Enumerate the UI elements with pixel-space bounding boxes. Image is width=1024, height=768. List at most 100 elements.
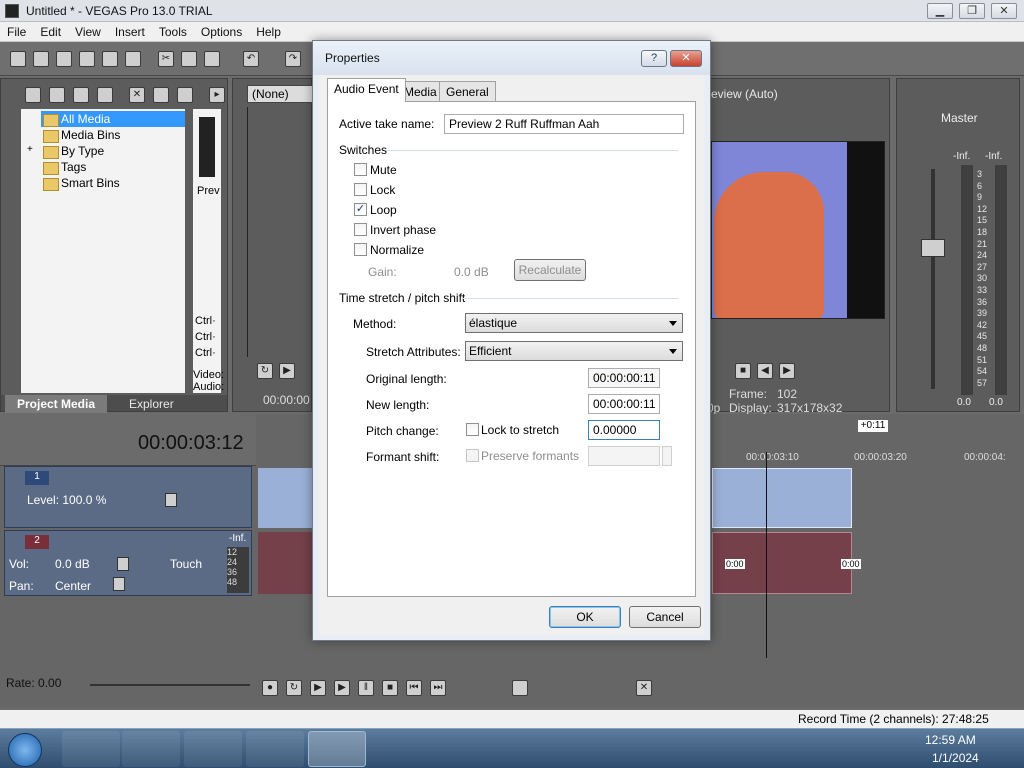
- menu-tools[interactable]: Tools: [152, 22, 194, 39]
- undo-icon[interactable]: ↶: [243, 51, 259, 67]
- touch-mode[interactable]: Touch: [170, 557, 202, 571]
- video-track-header[interactable]: 1 Level: 100.0 %: [4, 466, 252, 528]
- record-icon[interactable]: ●: [262, 680, 278, 696]
- menu-edit[interactable]: Edit: [33, 22, 68, 39]
- timeline-ruler[interactable]: 00:00:03:10 00:00:03:20 00:00:04:: [712, 448, 1018, 466]
- tab-general[interactable]: General: [439, 81, 496, 101]
- save-icon[interactable]: [56, 51, 72, 67]
- rate-slider[interactable]: [90, 684, 250, 686]
- play-icon[interactable]: ▶: [334, 680, 350, 696]
- media-thumbnail[interactable]: [199, 117, 215, 177]
- master-fader[interactable]: [921, 239, 945, 257]
- delete-icon[interactable]: ✕: [636, 680, 652, 696]
- capture-icon[interactable]: [49, 87, 65, 103]
- play-from-start-icon[interactable]: ▶: [310, 680, 326, 696]
- mute-checkbox[interactable]: [354, 163, 367, 176]
- video-event[interactable]: [712, 468, 852, 528]
- audio-track-header[interactable]: 2 Vol: 0.0 dB Touch Pan: Center -Inf. 12…: [4, 530, 252, 596]
- file-explorer-icon[interactable]: [122, 731, 180, 767]
- lock-checkbox[interactable]: [354, 183, 367, 196]
- views-icon[interactable]: ▸: [209, 87, 225, 103]
- media-player-icon[interactable]: [184, 731, 242, 767]
- save-as-icon[interactable]: [79, 51, 95, 67]
- redo-icon[interactable]: ↷: [285, 51, 301, 67]
- preserve-formants-checkbox[interactable]: [466, 449, 479, 462]
- start-button[interactable]: [8, 733, 42, 767]
- preview-quality-dropdown[interactable]: review (Auto): [707, 87, 778, 101]
- cut-icon[interactable]: ✂: [158, 51, 174, 67]
- ok-button[interactable]: OK: [549, 606, 621, 628]
- open-icon[interactable]: [33, 51, 49, 67]
- vegas-pro-taskbar-icon[interactable]: [308, 731, 366, 767]
- pause-icon[interactable]: ‖: [358, 680, 374, 696]
- video-level-slider[interactable]: [165, 493, 177, 507]
- new-length-field[interactable]: 00:00:00:11: [588, 394, 660, 414]
- media-properties-icon[interactable]: [153, 87, 169, 103]
- stop-icon[interactable]: ■: [382, 680, 398, 696]
- menu-insert[interactable]: Insert: [108, 22, 152, 39]
- loop-checkbox[interactable]: ✓: [354, 203, 367, 216]
- minimize-button[interactable]: ▁: [927, 3, 953, 19]
- method-dropdown[interactable]: élastique: [465, 313, 683, 333]
- pan-label: Pan:: [9, 579, 34, 593]
- play-from-start-icon[interactable]: ▶: [279, 363, 295, 379]
- edit-tool-icon[interactable]: [512, 680, 528, 696]
- internet-explorer-icon[interactable]: [62, 731, 120, 767]
- dialog-help-button[interactable]: ?: [641, 50, 667, 67]
- audio-event[interactable]: 0:00 0:00: [712, 532, 861, 594]
- dialog-close-button[interactable]: ✕: [670, 50, 702, 67]
- chrome-icon[interactable]: [246, 731, 304, 767]
- vol-slider[interactable]: [117, 557, 129, 571]
- trimmer-dropdown[interactable]: (None): [247, 85, 313, 103]
- stretch-attributes-dropdown[interactable]: Efficient: [465, 341, 683, 361]
- menu-file[interactable]: File: [0, 22, 33, 39]
- import-media-icon[interactable]: [25, 87, 41, 103]
- remove-icon[interactable]: ✕: [129, 87, 145, 103]
- stop-icon[interactable]: ■: [735, 363, 751, 379]
- copy-icon[interactable]: [181, 51, 197, 67]
- clock-time[interactable]: 12:59 AM: [925, 733, 976, 747]
- new-project-icon[interactable]: [10, 51, 26, 67]
- audio-clip-left[interactable]: [258, 532, 312, 594]
- render-as-icon[interactable]: [102, 51, 118, 67]
- video-clip-left[interactable]: [258, 468, 312, 528]
- tab-project-media[interactable]: Project Media: [5, 395, 108, 413]
- go-to-end-icon[interactable]: ⏭: [430, 680, 446, 696]
- formant-shift-field[interactable]: [588, 446, 660, 466]
- media-fx-icon[interactable]: [177, 87, 193, 103]
- tree-tags[interactable]: Tags: [41, 159, 185, 175]
- go-to-start-icon[interactable]: ⏮: [406, 680, 422, 696]
- tab-audio-event[interactable]: Audio Event: [327, 78, 406, 102]
- invert-phase-checkbox[interactable]: [354, 223, 367, 236]
- active-take-name-field[interactable]: Preview 2 Ruff Ruffman Aah: [444, 114, 684, 134]
- properties-icon[interactable]: [125, 51, 141, 67]
- menu-options[interactable]: Options: [194, 22, 249, 39]
- menu-view[interactable]: View: [68, 22, 108, 39]
- loop-playback-icon[interactable]: ↻: [286, 680, 302, 696]
- web-icon[interactable]: [97, 87, 113, 103]
- paste-icon[interactable]: [204, 51, 220, 67]
- cancel-button[interactable]: Cancel: [629, 606, 701, 628]
- normalize-checkbox[interactable]: [354, 243, 367, 256]
- tree-smart-bins[interactable]: Smart Bins: [41, 175, 185, 191]
- clock-date[interactable]: 1/1/2024: [932, 751, 979, 765]
- pan-slider[interactable]: [113, 577, 125, 591]
- close-button[interactable]: ✕: [991, 3, 1017, 19]
- next-frame-icon[interactable]: ▶: [779, 363, 795, 379]
- tree-media-bins[interactable]: Media Bins: [41, 127, 185, 143]
- playhead-cursor[interactable]: [766, 452, 767, 658]
- pitch-change-field[interactable]: 0.00000: [588, 420, 660, 440]
- tree-by-type[interactable]: By Type: [41, 143, 185, 159]
- lock-to-stretch-checkbox[interactable]: [466, 423, 479, 436]
- recalculate-button[interactable]: Recalculate: [514, 259, 586, 281]
- loop-icon[interactable]: ↻: [257, 363, 273, 379]
- get-media-icon[interactable]: [73, 87, 89, 103]
- vegas-app-icon[interactable]: [5, 4, 19, 18]
- menu-help[interactable]: Help: [249, 22, 288, 39]
- formant-shift-spinner[interactable]: [662, 446, 672, 466]
- maximize-button[interactable]: ❐: [959, 3, 985, 19]
- tab-explorer[interactable]: Explorer: [117, 395, 186, 413]
- expand-by-type-button[interactable]: +: [27, 144, 33, 155]
- prev-frame-icon[interactable]: ◀: [757, 363, 773, 379]
- tree-all-media[interactable]: All Media: [41, 111, 185, 127]
